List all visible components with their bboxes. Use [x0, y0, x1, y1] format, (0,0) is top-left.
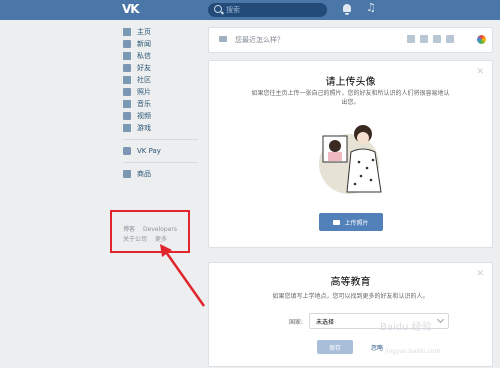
goods-icon — [123, 170, 131, 178]
avatar-illustration — [319, 125, 382, 194]
games-icon — [123, 124, 131, 132]
communities-icon — [123, 76, 131, 84]
education-card-description: 如果您填写上学地点，您可以找到更多的好友和认识的人。 — [272, 293, 429, 300]
sidebar-item-vkpay[interactable]: VK Pay — [120, 145, 205, 157]
story-color-icon[interactable] — [477, 35, 486, 44]
sidebar-item-label: 视频 — [137, 112, 151, 120]
baidu-watermark: Baidu 经验 — [380, 322, 432, 333]
friends-icon — [123, 64, 131, 72]
sidebar-item-label: 社区 — [137, 76, 151, 84]
top-bar: VK 搜索 ♫ — [0, 0, 500, 20]
sidebar-item-label: 商品 — [137, 170, 151, 178]
search-input[interactable]: 搜索 — [208, 3, 327, 17]
vkpay-icon — [123, 147, 131, 155]
sidebar-divider — [123, 139, 198, 140]
composer-tools — [407, 35, 454, 43]
sidebar-item-friends[interactable]: 好友 — [120, 62, 205, 74]
upload-card-title: 请上传头像 — [325, 77, 376, 88]
music-icon — [123, 100, 131, 108]
sidebar-item-photos[interactable]: 照片 — [120, 86, 205, 98]
music-player-icon[interactable]: ♫ — [366, 1, 376, 14]
education-card-title: 高等教育 — [330, 277, 371, 288]
home-icon — [123, 28, 131, 36]
left-sidebar: 主页 新闻 私信 好友 社区 照片 音乐 视频 游戏 VK Pay 商品 — [120, 26, 205, 180]
attach-music-icon[interactable] — [433, 35, 441, 43]
chevron-down-icon — [436, 315, 445, 324]
vk-logo[interactable]: VK — [122, 2, 140, 16]
notifications-bell-icon[interactable] — [343, 4, 351, 15]
video-icon — [123, 112, 131, 120]
sidebar-item-label: 好友 — [137, 64, 151, 72]
sidebar-item-messages[interactable]: 私信 — [120, 50, 205, 62]
sidebar-item-label: 音乐 — [137, 100, 151, 108]
sidebar-item-news[interactable]: 新闻 — [120, 38, 205, 50]
sidebar-item-music[interactable]: 音乐 — [120, 98, 205, 110]
search-icon — [214, 5, 222, 13]
skip-link[interactable]: 忽略 — [371, 343, 383, 352]
photos-icon — [123, 88, 131, 96]
education-card: ✕ 高等教育 如果您填写上学地点，您可以找到更多的好友和认识的人。 国家: 未选… — [208, 262, 493, 367]
camera-icon — [333, 219, 341, 225]
camera-icon — [219, 36, 227, 42]
sidebar-item-goods[interactable]: 商品 — [120, 168, 205, 180]
attach-video-icon[interactable] — [420, 35, 428, 43]
sidebar-item-label: VK Pay — [137, 147, 161, 155]
save-button[interactable]: 保存 — [317, 340, 353, 354]
sidebar-item-home[interactable]: 主页 — [120, 26, 205, 38]
upload-avatar-card: ✕ 请上传头像 如果您往主页上传一张自己的照片，您的好友和所认识的人们将很容易地… — [208, 60, 493, 248]
country-select-value: 未选择 — [316, 319, 335, 326]
sidebar-item-label: 主页 — [137, 28, 151, 36]
news-icon — [123, 40, 131, 48]
sidebar-item-label: 私信 — [137, 52, 151, 60]
sidebar-item-label: 新闻 — [137, 40, 151, 48]
attach-text-icon[interactable] — [446, 35, 454, 43]
post-input-placeholder: 您最近怎么样？ — [235, 36, 284, 44]
sidebar-divider — [123, 162, 198, 163]
sidebar-item-video[interactable]: 视频 — [120, 110, 205, 122]
upload-photo-label: 上传照片 — [344, 219, 369, 227]
sidebar-item-label: 照片 — [137, 88, 151, 96]
baidu-watermark-url: jingyan.baidu.com — [385, 348, 441, 355]
sidebar-item-label: 游戏 — [137, 124, 151, 132]
sidebar-item-games[interactable]: 游戏 — [120, 122, 205, 134]
attach-photo-icon[interactable] — [407, 35, 415, 43]
upload-card-description: 如果您往主页上传一张自己的照片，您的好友和所认识的人们将很容易地认出您。 — [251, 90, 450, 106]
sidebar-item-communities[interactable]: 社区 — [120, 74, 205, 86]
upload-photo-button[interactable]: 上传照片 — [319, 213, 383, 231]
messages-icon — [123, 52, 131, 60]
country-label: 国家: — [289, 319, 304, 326]
search-placeholder: 搜索 — [226, 6, 240, 14]
annotation-highlight-box — [110, 210, 190, 253]
post-composer[interactable]: 您最近怎么样？ — [208, 27, 493, 53]
